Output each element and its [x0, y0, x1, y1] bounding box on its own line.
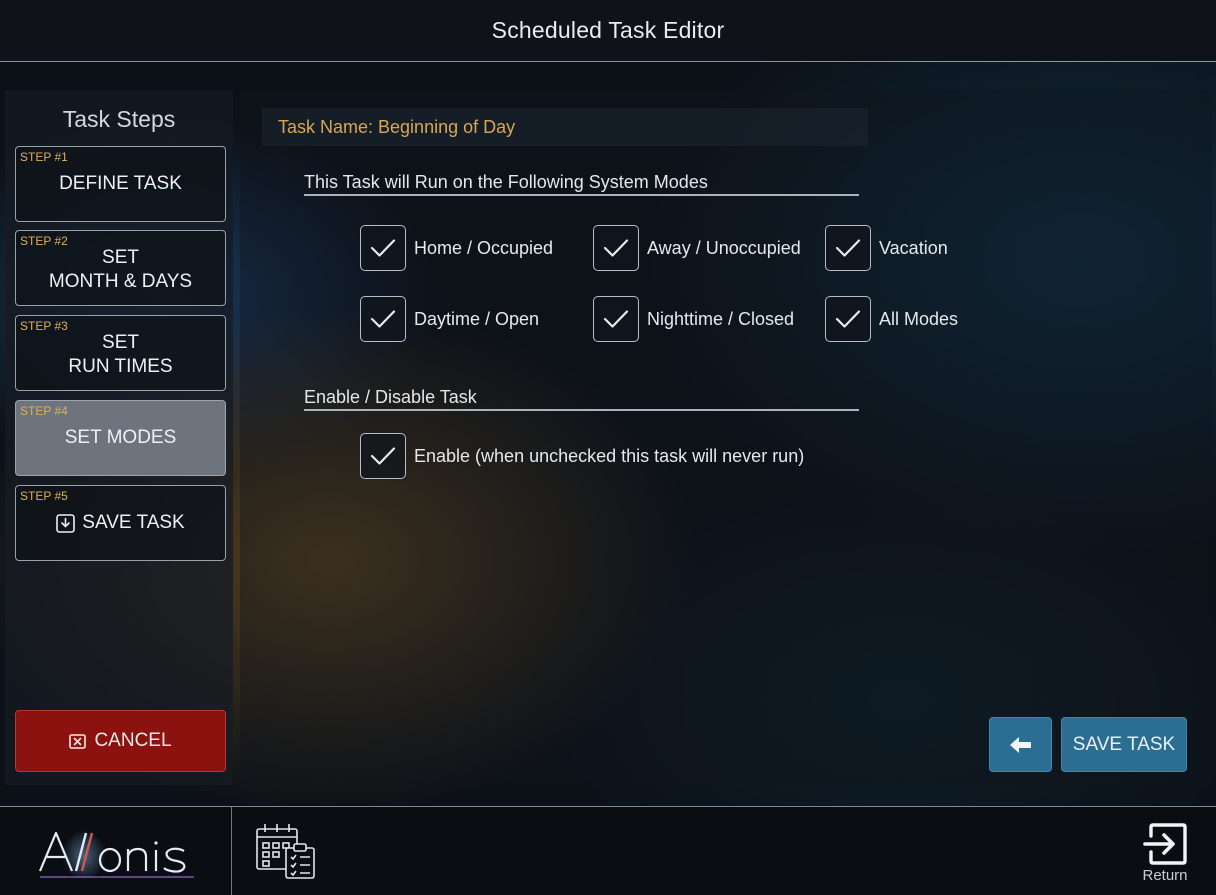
- mode-label: Daytime / Open: [414, 308, 540, 329]
- task-name: Task Name: Beginning of Day: [278, 117, 516, 137]
- step-number: STEP #1: [20, 150, 68, 164]
- step-set-modes-button[interactable]: STEP #4 SET MODES: [15, 400, 226, 476]
- task-steps-sidebar: Task Steps STEP #1 DEFINE TASK STEP #2 S…: [5, 90, 233, 785]
- exit-arrow-icon: [1143, 823, 1187, 865]
- modes-heading: This Task will Run on the Following Syst…: [304, 172, 859, 196]
- step-number: STEP #4: [20, 404, 68, 418]
- footer-bar: Return: [0, 806, 1216, 895]
- enable-heading: Enable / Disable Task: [304, 387, 859, 411]
- check-icon: [370, 447, 396, 465]
- step-label: SAVE TASK: [82, 512, 185, 533]
- check-icon: [835, 310, 861, 328]
- mode-nighttime-closed-checkbox[interactable]: [593, 296, 639, 342]
- sidebar-title: Task Steps: [62, 106, 176, 132]
- mode-home-occupied-checkbox[interactable]: [360, 225, 406, 271]
- step-label: DEFINE TASK: [59, 173, 182, 194]
- cancel-label: CANCEL: [94, 730, 172, 751]
- footer-divider: [231, 807, 232, 895]
- mode-all-modes-checkbox[interactable]: [825, 296, 871, 342]
- arrow-left-icon: [1009, 736, 1031, 753]
- title-bar: Scheduled Task Editor: [0, 0, 1216, 62]
- download-save-icon: [56, 513, 76, 533]
- mode-vacation-checkbox[interactable]: [825, 225, 871, 271]
- check-icon: [370, 239, 396, 257]
- step-label: SET MODES: [64, 427, 177, 448]
- calendar-schedule-icon[interactable]: [254, 820, 320, 880]
- mode-label: Away / Unoccupied: [647, 237, 801, 258]
- mode-away-unoccupied: Away / Unoccupied: [593, 225, 801, 271]
- return-label: Return: [1142, 867, 1188, 884]
- step-save-task-button[interactable]: STEP #5 SAVE TASK: [15, 485, 226, 561]
- return-button[interactable]: Return: [1134, 823, 1196, 889]
- step-label-line2: MONTH & DAYS: [48, 271, 193, 292]
- check-icon: [603, 310, 629, 328]
- mode-nighttime-closed: Nighttime / Closed: [593, 296, 794, 342]
- mode-daytime-open-checkbox[interactable]: [360, 296, 406, 342]
- mode-daytime-open: Daytime / Open: [360, 296, 539, 342]
- step-set-run-times-button[interactable]: STEP #3 SET RUN TIMES: [15, 315, 226, 391]
- check-icon: [835, 239, 861, 257]
- step-label-line1: SET: [102, 332, 139, 353]
- task-name-bar: Task Name: Beginning of Day: [262, 108, 868, 146]
- step-define-task-button[interactable]: STEP #1 DEFINE TASK: [15, 146, 226, 222]
- step-label-line2: RUN TIMES: [68, 356, 173, 377]
- enable-task: Enable (when unchecked this task will ne…: [360, 433, 804, 479]
- mode-all-modes: All Modes: [825, 296, 958, 342]
- close-box-icon: [69, 733, 87, 749]
- cancel-button[interactable]: CANCEL: [15, 710, 226, 772]
- mode-away-unoccupied-checkbox[interactable]: [593, 225, 639, 271]
- mode-label: Nighttime / Closed: [647, 308, 795, 329]
- enable-task-checkbox[interactable]: [360, 433, 406, 479]
- step-set-month-days-button[interactable]: STEP #2 SET MONTH & DAYS: [15, 230, 226, 306]
- modes-panel: Task Name: Beginning of Day This Task wi…: [240, 90, 1212, 785]
- mode-home-occupied: Home / Occupied: [360, 225, 553, 271]
- mode-label: All Modes: [879, 308, 959, 329]
- page-title: Scheduled Task Editor: [491, 17, 725, 43]
- mode-vacation: Vacation: [825, 225, 948, 271]
- check-icon: [603, 239, 629, 257]
- mode-label: Vacation: [879, 237, 948, 258]
- enable-label: Enable (when unchecked this task will ne…: [414, 445, 805, 466]
- mode-label: Home / Occupied: [414, 237, 554, 258]
- check-icon: [370, 310, 396, 328]
- allonis-logo: [38, 829, 194, 879]
- back-button[interactable]: [989, 717, 1052, 772]
- step-label-line1: SET: [102, 247, 139, 268]
- step-number: STEP #5: [20, 489, 68, 503]
- save-task-button[interactable]: SAVE TASK: [1061, 717, 1187, 772]
